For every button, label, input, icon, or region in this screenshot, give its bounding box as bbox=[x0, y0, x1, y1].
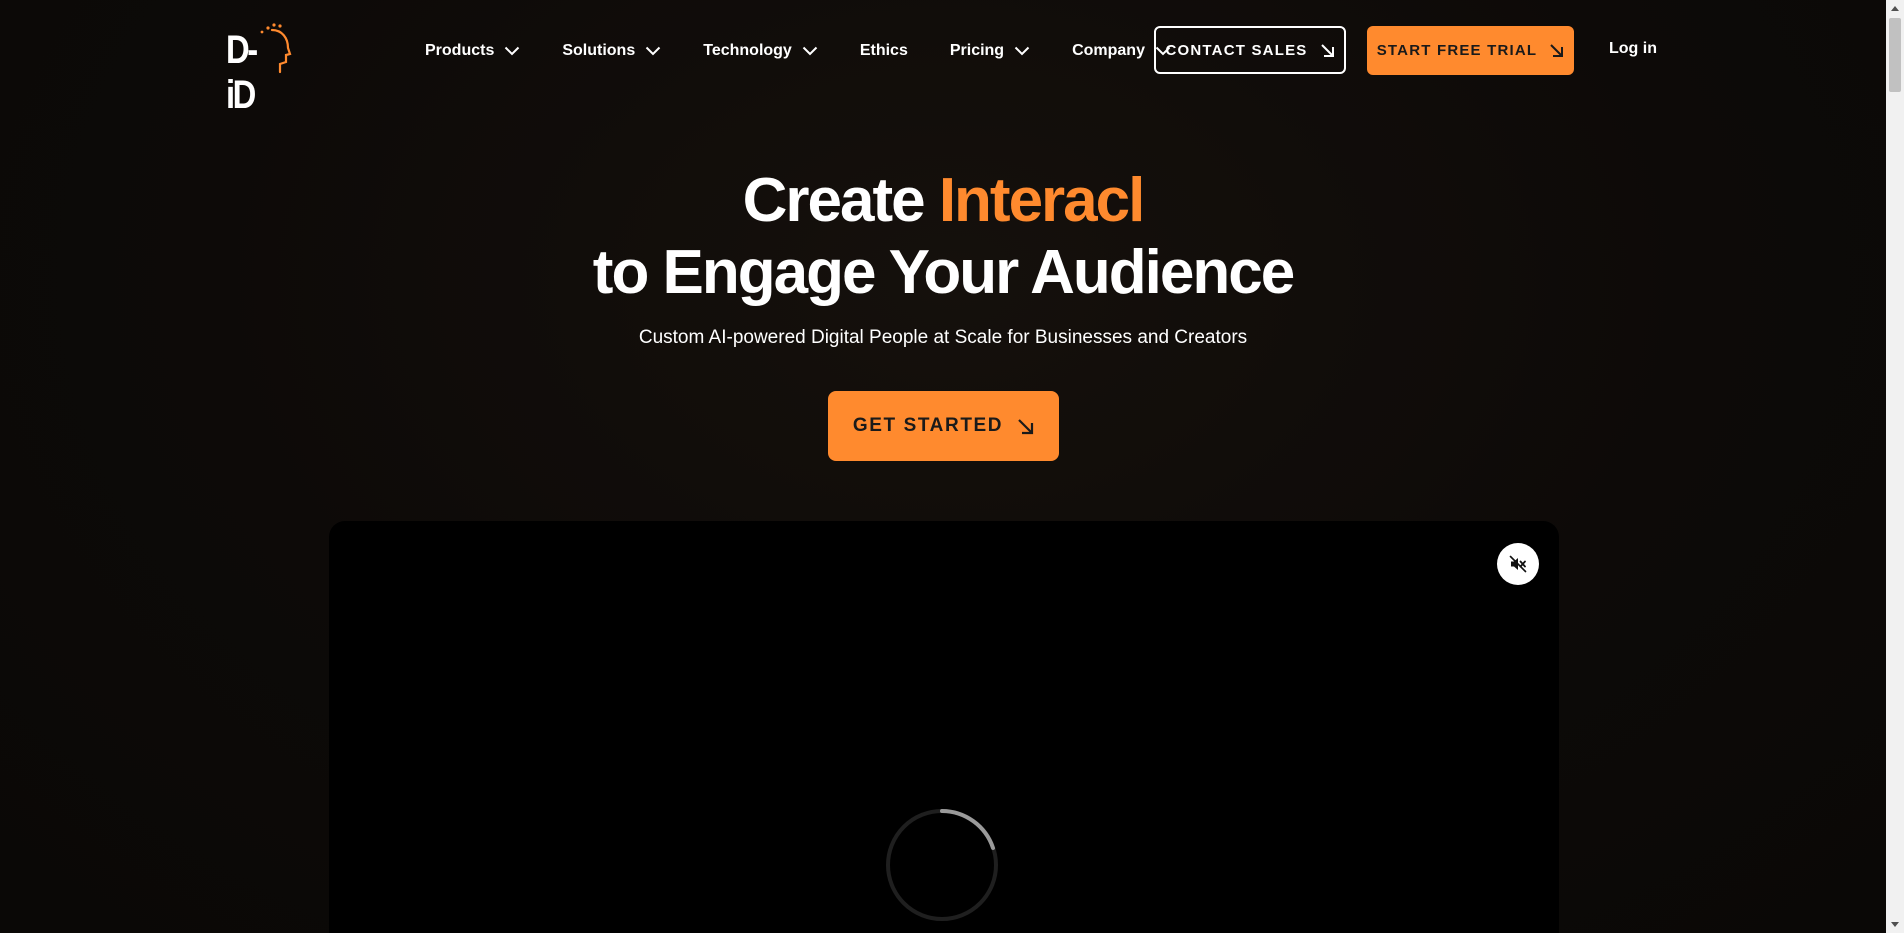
mute-toggle-button[interactable] bbox=[1497, 543, 1539, 585]
nav-item-label: Company bbox=[1072, 42, 1145, 59]
nav-item-label: Products bbox=[425, 42, 495, 59]
site-header: D-iD Products Solutions Technology Ethic… bbox=[0, 0, 1886, 117]
chevron-down-icon bbox=[646, 46, 661, 56]
scroll-up-button[interactable] bbox=[1886, 0, 1904, 17]
loading-spinner-icon bbox=[886, 809, 998, 921]
nav-item-technology[interactable]: Technology bbox=[703, 42, 818, 60]
scroll-down-button[interactable] bbox=[1886, 916, 1904, 933]
contact-sales-button[interactable]: CONTACT SALES bbox=[1154, 26, 1346, 74]
arrow-down-right-icon bbox=[1018, 418, 1034, 434]
page-scrollbar[interactable] bbox=[1886, 0, 1904, 933]
nav-item-ethics[interactable]: Ethics bbox=[860, 42, 908, 60]
hero-title-accent: Interacl bbox=[938, 166, 1146, 235]
get-started-button[interactable]: GET STARTED bbox=[828, 391, 1059, 461]
scroll-thumb[interactable] bbox=[1889, 18, 1901, 92]
nav-item-solutions[interactable]: Solutions bbox=[562, 42, 661, 60]
get-started-label: GET STARTED bbox=[852, 415, 1004, 436]
hero-title-prefix: Create bbox=[742, 166, 939, 235]
nav-item-label: Solutions bbox=[562, 42, 636, 59]
nav-item-pricing[interactable]: Pricing bbox=[950, 42, 1030, 60]
chevron-down-icon bbox=[505, 46, 520, 56]
triangle-up-icon bbox=[1891, 6, 1899, 11]
main-nav: Products Solutions Technology Ethics Pri… bbox=[425, 0, 1213, 102]
arrow-down-right-icon bbox=[1320, 43, 1334, 57]
nav-item-products[interactable]: Products bbox=[425, 42, 520, 60]
page: D-iD Products Solutions Technology Ethic… bbox=[0, 0, 1904, 933]
hero-title-line2: to Engage Your Audience bbox=[592, 238, 1295, 307]
nav-item-label: Ethics bbox=[859, 42, 908, 59]
arrow-down-right-icon bbox=[1550, 44, 1564, 57]
brand-logo[interactable]: D-iD bbox=[224, 22, 294, 117]
start-free-trial-label: START FREE TRIAL bbox=[1376, 42, 1538, 59]
nav-item-label: Pricing bbox=[949, 42, 1005, 59]
triangle-down-icon bbox=[1891, 922, 1899, 927]
chevron-down-icon bbox=[1014, 46, 1030, 56]
login-link[interactable]: Log in bbox=[1609, 40, 1657, 58]
start-free-trial-button[interactable]: START FREE TRIAL bbox=[1367, 26, 1574, 75]
contact-sales-label: CONTACT SALES bbox=[1165, 41, 1308, 59]
nav-item-label: Technology bbox=[703, 42, 792, 59]
chevron-down-icon bbox=[802, 46, 818, 56]
speaker-muted-icon bbox=[1509, 555, 1527, 573]
hero-subtitle: Custom AI-powered Digital People at Scal… bbox=[638, 327, 1248, 348]
hero-video[interactable] bbox=[329, 521, 1559, 933]
logo-head-icon bbox=[260, 23, 292, 74]
hero-title-line1: Create Interacl bbox=[0, 165, 1886, 237]
